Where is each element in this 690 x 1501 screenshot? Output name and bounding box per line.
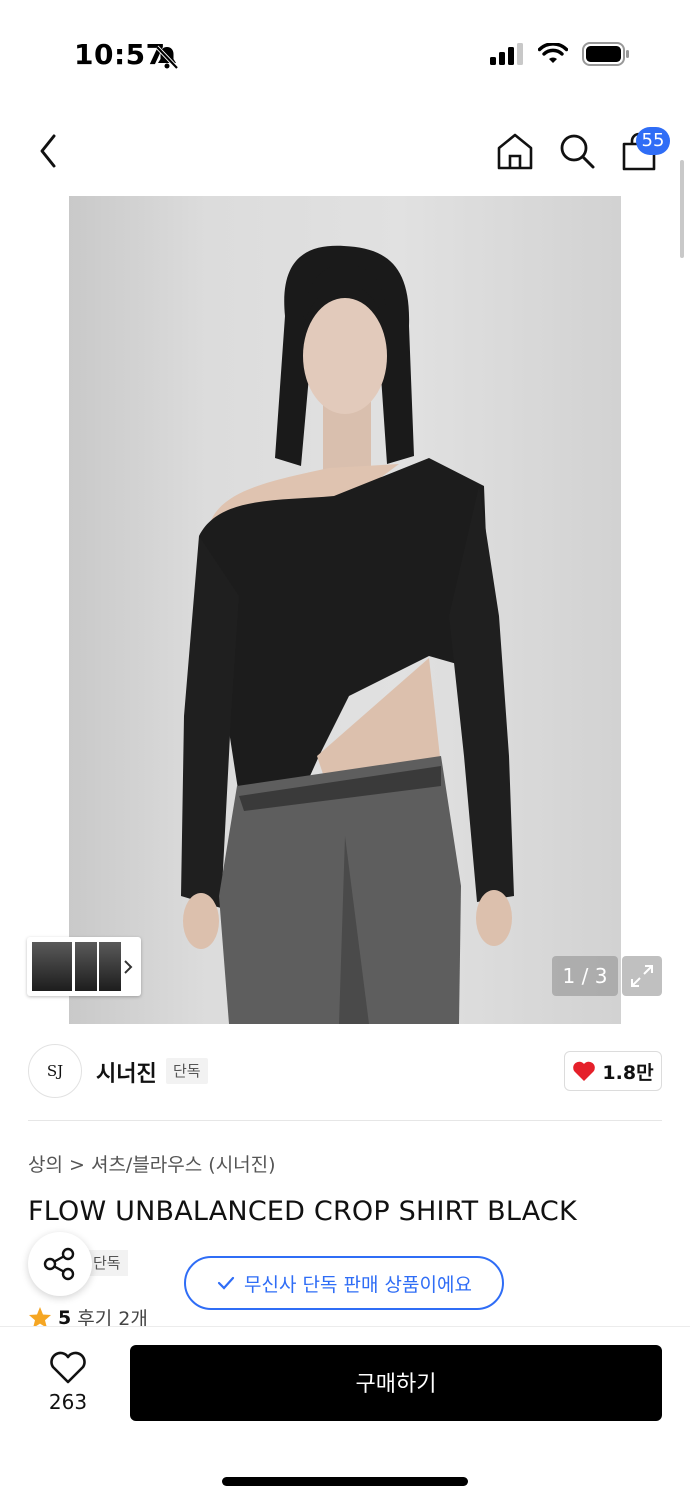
share-icon — [43, 1247, 75, 1281]
status-time: 10:57 — [74, 38, 166, 71]
silent-bell-icon — [155, 45, 179, 70]
brand-like-button[interactable]: 1.8만 — [564, 1051, 662, 1091]
wifi-icon — [538, 43, 568, 63]
buy-button[interactable]: 구매하기 — [130, 1345, 662, 1421]
back-chevron-icon[interactable] — [34, 132, 66, 170]
wishlist-heart-icon[interactable] — [48, 1349, 88, 1385]
exclusive-notice-text: 무신사 단독 판매 상품이에요 — [244, 1273, 472, 1296]
expand-icon — [631, 965, 653, 987]
thumbnail-strip[interactable] — [27, 937, 141, 996]
product-title: FLOW UNBALANCED CROP SHIRT BLACK — [28, 1196, 577, 1227]
scrollbar[interactable] — [680, 160, 684, 258]
thumbnail-3[interactable] — [99, 942, 121, 991]
home-indicator[interactable] — [222, 1477, 468, 1486]
signal-icon — [490, 43, 523, 65]
battery-icon — [582, 42, 629, 66]
exclusive-notice-badge[interactable]: 무신사 단독 판매 상품이에요 — [184, 1256, 504, 1310]
exclusive-tag: 단독 — [166, 1058, 208, 1084]
chevron-right-icon[interactable] — [122, 959, 134, 975]
check-icon — [217, 1276, 235, 1290]
breadcrumb[interactable]: 상의 > 셔츠/블라우스 (시너진) — [28, 1150, 276, 1177]
search-icon[interactable] — [558, 132, 596, 170]
page-counter: 1 / 3 — [552, 956, 618, 996]
wishlist-count: 263 — [48, 1390, 88, 1414]
brand-logo[interactable]: SJ — [28, 1044, 82, 1098]
model-photo — [181, 245, 514, 1024]
thumbnail-2[interactable] — [75, 942, 97, 991]
status-indicators — [490, 42, 630, 66]
share-button[interactable] — [28, 1232, 92, 1296]
brand-like-count: 1.8만 — [602, 1061, 654, 1084]
thumbnail-1[interactable] — [32, 942, 72, 991]
brand-name[interactable]: 시너진 — [96, 1056, 157, 1088]
expand-button[interactable] — [622, 956, 662, 996]
cart-count-badge: 55 — [636, 127, 670, 155]
home-icon[interactable] — [496, 132, 534, 170]
divider — [28, 1120, 662, 1121]
exclusive-tag-product: 단독 — [86, 1250, 128, 1276]
heart-filled-icon — [573, 1061, 596, 1081]
product-image[interactable] — [69, 196, 621, 1024]
